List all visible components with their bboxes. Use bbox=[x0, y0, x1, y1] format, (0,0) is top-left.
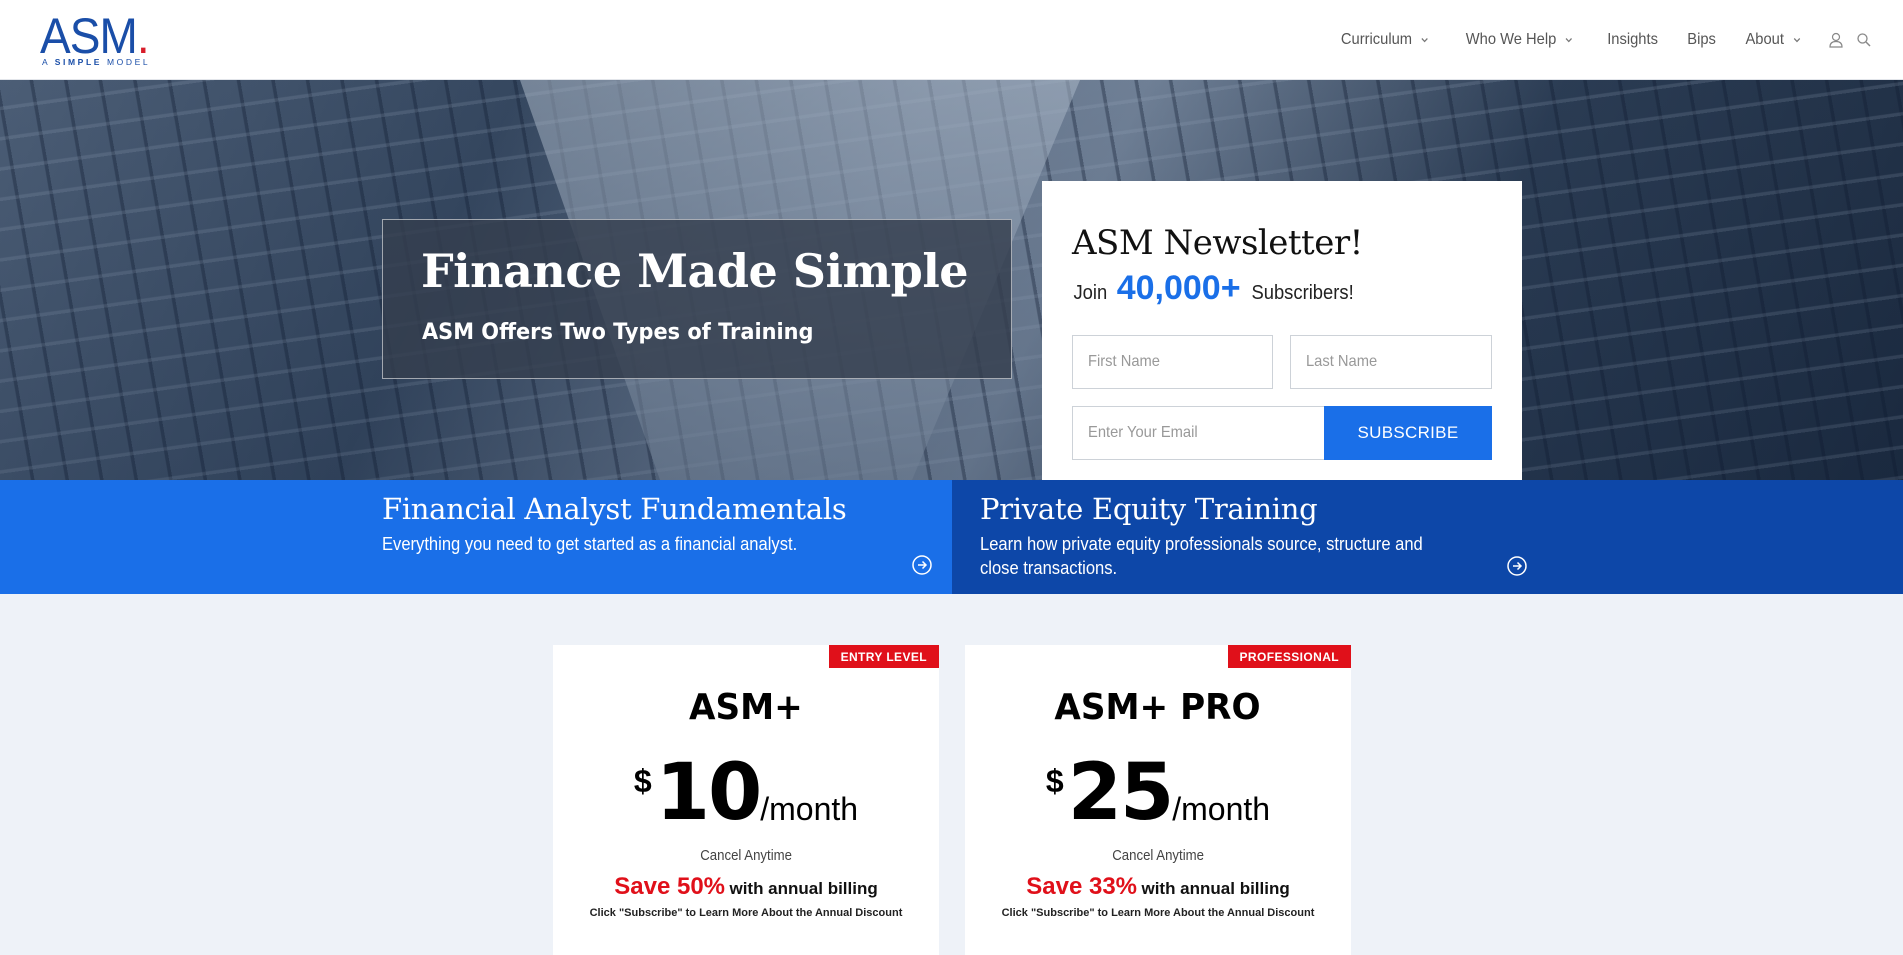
main-nav: Curriculum Who We Help Insights Bips Abo… bbox=[1311, 0, 1873, 80]
annual-savings: Save 33% with annual billing bbox=[1026, 873, 1290, 900]
plan-badge: PROFESSIONAL bbox=[1227, 645, 1351, 668]
training-private-equity[interactable]: Private Equity Training Learn how privat… bbox=[952, 480, 1903, 594]
plan-name: ASM+ bbox=[689, 687, 803, 728]
plan-name: ASM+ PRO bbox=[1054, 687, 1262, 728]
plan-price: $ 10 /month bbox=[633, 748, 859, 838]
logo-dot: . bbox=[136, 8, 150, 64]
plan-card-asm-plus: ENTRY LEVEL ASM+ $ 10 /month Cancel Anyt… bbox=[553, 645, 939, 955]
newsletter-title: ASM Newsletter! bbox=[1072, 223, 1363, 263]
last-name-field[interactable]: Last Name bbox=[1290, 335, 1492, 389]
site-header: ASM. A SIMPLE MODEL Curriculum Who We He… bbox=[0, 0, 1903, 80]
chevron-down-icon bbox=[1421, 38, 1429, 43]
nav-label: Who We Help bbox=[1465, 31, 1556, 48]
user-icon[interactable] bbox=[1827, 31, 1845, 49]
nav-label: Bips bbox=[1687, 31, 1716, 48]
subscriber-count: 40,000+ bbox=[1116, 269, 1241, 307]
asm-logo[interactable]: ASM. A SIMPLE MODEL bbox=[40, 11, 180, 70]
nav-item-insights[interactable]: Insights bbox=[1607, 31, 1658, 49]
hero-subtitle: ASM Offers Two Types of Training bbox=[422, 320, 814, 345]
nav-item-curriculum[interactable]: Curriculum bbox=[1341, 31, 1431, 49]
arrow-right-circle-icon[interactable] bbox=[911, 554, 933, 576]
training-financial-analyst[interactable]: Financial Analyst Fundamentals Everythin… bbox=[0, 480, 952, 594]
training-title: Financial Analyst Fundamentals bbox=[382, 492, 847, 526]
search-icon[interactable] bbox=[1855, 31, 1873, 49]
hero-banner: Finance Made Simple ASM Offers Two Types… bbox=[0, 80, 1903, 480]
nav-item-about[interactable]: About bbox=[1746, 31, 1803, 49]
training-title: Private Equity Training bbox=[980, 492, 1318, 526]
logo-text: ASM bbox=[40, 8, 138, 64]
email-field[interactable]: Enter Your Email bbox=[1072, 406, 1325, 460]
subscribe-button[interactable]: SUBSCRIBE bbox=[1324, 406, 1492, 460]
logo-tagline: A SIMPLE MODEL bbox=[42, 57, 151, 67]
nav-item-who-we-help[interactable]: Who We Help bbox=[1465, 31, 1574, 49]
newsletter-subscribers: Join 40,000+ Subscribers! bbox=[1073, 269, 1354, 307]
annual-discount-note: Click "Subscribe" to Learn More About th… bbox=[1001, 907, 1315, 919]
nav-label: Insights bbox=[1607, 31, 1658, 48]
newsletter-signup: ASM Newsletter! Join 40,000+ Subscribers… bbox=[1042, 181, 1522, 480]
nav-label: Curriculum bbox=[1341, 31, 1413, 48]
plan-price: $ 25 /month bbox=[1045, 748, 1271, 838]
first-name-field[interactable]: First Name bbox=[1072, 335, 1273, 389]
plan-badge: ENTRY LEVEL bbox=[828, 645, 939, 668]
chevron-down-icon bbox=[1565, 38, 1572, 43]
plan-card-asm-plus-pro: PROFESSIONAL ASM+ PRO $ 25 /month Cancel… bbox=[965, 645, 1351, 955]
training-description: Everything you need to get started as a … bbox=[382, 534, 798, 554]
chevron-down-icon bbox=[1793, 38, 1801, 43]
cancel-anytime-text: Cancel Anytime bbox=[1112, 847, 1204, 864]
nav-item-bips[interactable]: Bips bbox=[1687, 31, 1716, 49]
training-description: Learn how private equity professionals s… bbox=[980, 534, 1423, 578]
annual-savings: Save 50% with annual billing bbox=[614, 873, 878, 900]
nav-label: About bbox=[1745, 31, 1785, 48]
cancel-anytime-text: Cancel Anytime bbox=[700, 847, 792, 864]
arrow-right-circle-icon[interactable] bbox=[1506, 555, 1528, 577]
hero-text-card: Finance Made Simple ASM Offers Two Types… bbox=[382, 219, 1012, 379]
hero-title: Finance Made Simple bbox=[421, 244, 969, 298]
annual-discount-note: Click "Subscribe" to Learn More About th… bbox=[589, 907, 903, 919]
